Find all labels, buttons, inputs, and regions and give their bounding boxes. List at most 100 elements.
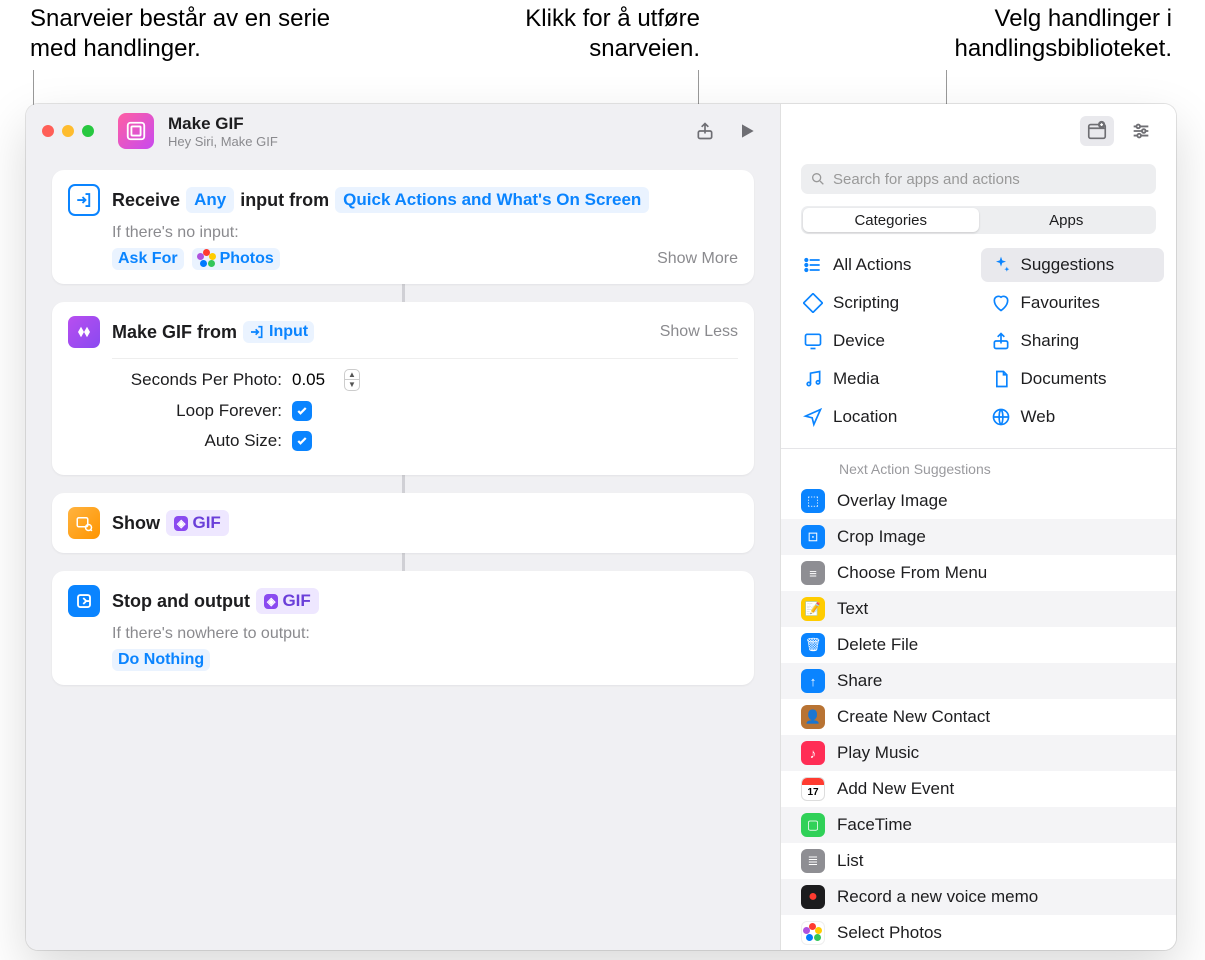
search-input[interactable] xyxy=(801,164,1156,194)
share-icon xyxy=(991,331,1011,351)
receive-source-chip[interactable]: Quick Actions and What's On Screen xyxy=(335,187,649,213)
seconds-per-photo-row: Seconds Per Photo: ▲ ▼ xyxy=(112,369,738,391)
show-label: Show xyxy=(112,513,160,534)
sparkle-icon xyxy=(991,255,1011,275)
actions-list: Receive Any input from Quick Actions and… xyxy=(26,158,780,950)
suggestion-text[interactable]: 📝Text xyxy=(781,591,1176,627)
callout-run: Klikk for å utføre snarveien. xyxy=(480,4,700,64)
category-media[interactable]: Media xyxy=(793,362,977,396)
loop-checkbox[interactable] xyxy=(292,401,312,421)
tab-apps[interactable]: Apps xyxy=(979,208,1155,232)
doc-icon xyxy=(991,369,1011,389)
category-scripting[interactable]: Scripting xyxy=(793,286,977,320)
category-web[interactable]: Web xyxy=(981,400,1165,434)
photos-chip[interactable]: Photos xyxy=(192,248,280,270)
loop-forever-row: Loop Forever: xyxy=(112,401,738,421)
connector xyxy=(402,284,405,302)
library-pane: Categories Apps All ActionsSuggestionsSc… xyxy=(780,104,1176,950)
action-make-gif[interactable]: Make GIF from Input Show Less Seconds Pe… xyxy=(52,302,754,475)
category-sharing[interactable]: Sharing xyxy=(981,324,1165,358)
suggestion-select-photos[interactable]: Select Photos xyxy=(781,915,1176,950)
search-field[interactable] xyxy=(801,164,1156,194)
seconds-stepper[interactable]: ▲ ▼ xyxy=(292,369,360,391)
auto-checkbox[interactable] xyxy=(292,431,312,451)
show-icon xyxy=(68,507,100,539)
loop-label: Loop Forever: xyxy=(112,401,282,421)
suggestion-choose-from-menu[interactable]: ≡Choose From Menu xyxy=(781,555,1176,591)
make-gif-show-less[interactable]: Show Less xyxy=(660,323,738,341)
suggestion-share[interactable]: ↑Share xyxy=(781,663,1176,699)
seconds-label: Seconds Per Photo: xyxy=(112,370,282,390)
suggestion-list[interactable]: ≣List xyxy=(781,843,1176,879)
editor-toolbar: Make GIF Hey Siri, Make GIF xyxy=(26,104,780,158)
receive-label: Receive xyxy=(112,190,180,211)
editor-pane: Make GIF Hey Siri, Make GIF Receive xyxy=(26,104,780,950)
stop-gif-chip[interactable]: ◈ GIF xyxy=(256,588,319,614)
device-icon xyxy=(803,331,823,351)
category-all-actions[interactable]: All Actions xyxy=(793,248,977,282)
share-button[interactable] xyxy=(688,116,722,146)
shortcut-subtitle: Hey Siri, Make GIF xyxy=(168,134,680,149)
suggestion-record-a-new-voice-memo[interactable]: ●Record a new voice memo xyxy=(781,879,1176,915)
settings-button[interactable] xyxy=(1124,116,1158,146)
stop-icon xyxy=(68,585,100,617)
shortcut-app-icon xyxy=(118,113,154,149)
no-input-hint: If there's no input: xyxy=(112,224,738,242)
suggestion-add-new-event[interactable]: 17Add New Event xyxy=(781,771,1176,807)
gif-var-icon: ◈ xyxy=(264,594,278,609)
connector xyxy=(402,553,405,571)
action-stop[interactable]: Stop and output ◈ GIF If there's nowhere… xyxy=(52,571,754,685)
show-gif-chip[interactable]: ◈ GIF xyxy=(166,510,229,536)
category-suggestions[interactable]: Suggestions xyxy=(981,248,1165,282)
minimize-window-button[interactable] xyxy=(62,125,74,137)
stepper-down[interactable]: ▼ xyxy=(345,380,359,390)
suggestions-list: ⬚Overlay Image⊡Crop Image≡Choose From Me… xyxy=(781,483,1176,950)
category-grid: All ActionsSuggestionsScriptingFavourite… xyxy=(781,248,1176,448)
suggestion-facetime[interactable]: ▢FaceTime xyxy=(781,807,1176,843)
receive-icon xyxy=(68,184,100,216)
suggestions-title: Next Action Suggestions xyxy=(781,457,1176,483)
do-nothing-chip[interactable]: Do Nothing xyxy=(112,649,210,671)
receive-show-more[interactable]: Show More xyxy=(657,250,738,268)
action-receive[interactable]: Receive Any input from Quick Actions and… xyxy=(52,170,754,284)
category-device[interactable]: Device xyxy=(793,324,977,358)
suggestion-create-new-contact[interactable]: 👤Create New Contact xyxy=(781,699,1176,735)
tab-categories[interactable]: Categories xyxy=(803,208,979,232)
zoom-window-button[interactable] xyxy=(82,125,94,137)
music-icon xyxy=(803,369,823,389)
close-window-button[interactable] xyxy=(42,125,54,137)
make-gif-label: Make GIF from xyxy=(112,322,237,343)
receive-any-chip[interactable]: Any xyxy=(186,187,234,213)
scripting-icon xyxy=(803,293,823,313)
run-button[interactable] xyxy=(730,116,764,146)
photos-icon xyxy=(198,250,216,268)
library-tabs: Categories Apps xyxy=(801,206,1156,234)
window-controls xyxy=(42,125,94,137)
gif-var-icon: ◈ xyxy=(174,516,188,531)
suggestion-delete-file[interactable]: 🗑Delete File xyxy=(781,627,1176,663)
location-icon xyxy=(803,407,823,427)
suggestion-play-music[interactable]: ♪Play Music xyxy=(781,735,1176,771)
library-button[interactable] xyxy=(1080,116,1114,146)
callout-library: Velg handlinger i handlingsbiblioteket. xyxy=(872,4,1172,64)
category-location[interactable]: Location xyxy=(793,400,977,434)
web-icon xyxy=(991,407,1011,427)
seconds-input[interactable] xyxy=(292,370,342,390)
stop-label: Stop and output xyxy=(112,591,250,612)
nowhere-hint: If there's nowhere to output: xyxy=(112,625,738,643)
action-show[interactable]: Show ◈ GIF xyxy=(52,493,754,553)
make-gif-icon xyxy=(68,316,100,348)
connector xyxy=(402,475,405,493)
callout-actions: Snarveier består av en serie med handlin… xyxy=(30,4,370,64)
ask-for-chip[interactable]: Ask For xyxy=(112,248,184,270)
suggestion-overlay-image[interactable]: ⬚Overlay Image xyxy=(781,483,1176,519)
app-window: Make GIF Hey Siri, Make GIF Receive xyxy=(26,104,1176,950)
make-gif-input-chip[interactable]: Input xyxy=(243,321,314,343)
list-icon xyxy=(803,255,823,275)
stepper-up[interactable]: ▲ xyxy=(345,370,359,380)
category-documents[interactable]: Documents xyxy=(981,362,1165,396)
suggestion-crop-image[interactable]: ⊡Crop Image xyxy=(781,519,1176,555)
category-favourites[interactable]: Favourites xyxy=(981,286,1165,320)
shortcut-title[interactable]: Make GIF xyxy=(168,114,680,134)
receive-input-from: input from xyxy=(240,190,329,211)
